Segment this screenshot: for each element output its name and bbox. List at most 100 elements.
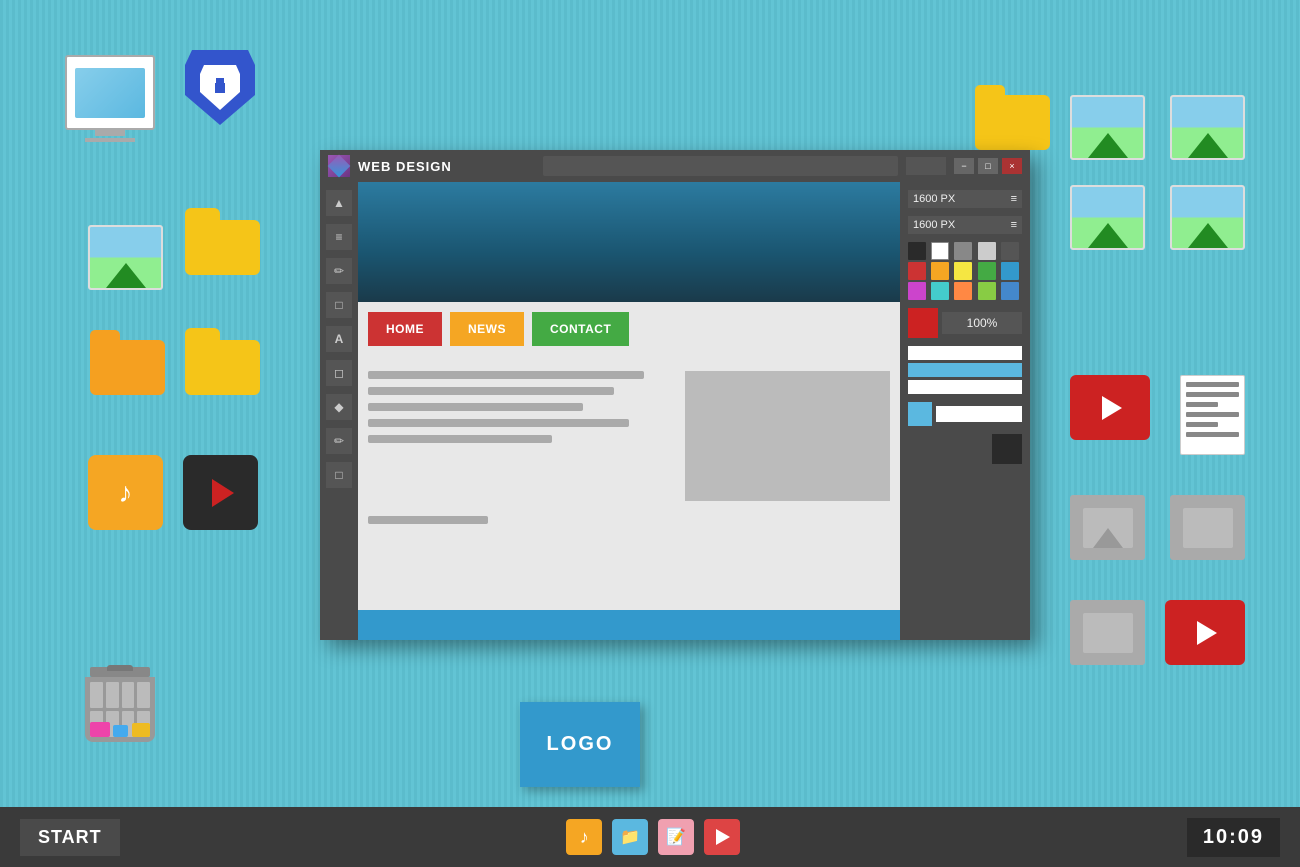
tool-erase[interactable]: ✏ (326, 428, 352, 454)
desktop-icon-music[interactable]: ♪ (88, 455, 163, 530)
desktop-icon-folder-3[interactable] (90, 340, 165, 395)
canvas-footer (358, 610, 900, 640)
desktop-icon-image-tr1[interactable] (1070, 95, 1145, 160)
app-toolbar: ▲ ≡ ✏ □ A ◻ ◆ ✏ □ (320, 182, 358, 640)
nav-btn-contact[interactable]: CONTACT (532, 312, 629, 346)
app-icon (328, 155, 350, 177)
swatch-white[interactable] (931, 242, 949, 260)
app-panel-right: 1600 PX ≡ 1600 PX ≡ 10 (900, 182, 1030, 640)
panel-width-label: 1600 PX (913, 193, 955, 205)
panel-bottom (908, 402, 1022, 426)
desktop-icon-image-gray-2[interactable] (1170, 495, 1245, 560)
desktop-icon-document[interactable] (1180, 375, 1245, 455)
tool-frame[interactable]: ◻ (326, 360, 352, 386)
taskbar: START ♪ 📁 📝 10:09 (0, 807, 1300, 867)
panel-width-icon: ≡ (1011, 193, 1017, 205)
panel-accent-sq[interactable] (908, 402, 932, 426)
canvas-image-placeholder (685, 371, 890, 501)
text-line-4 (368, 419, 629, 427)
app-window-controls: − □ × (954, 158, 1022, 174)
taskbar-icons: ♪ 📁 📝 (566, 819, 740, 855)
swatch-lightgreen[interactable] (978, 282, 996, 300)
start-button[interactable]: START (20, 819, 120, 856)
tool-text[interactable]: A (326, 326, 352, 352)
logo-card[interactable]: LOGO (520, 702, 640, 787)
app-addressbar[interactable] (543, 156, 898, 176)
app-canvas: HOME NEWS CONTACT (358, 182, 900, 640)
panel-height-input[interactable]: 1600 PX ≡ (908, 216, 1022, 234)
logo-text: LOGO (547, 733, 614, 756)
desktop-icon-image-mr1[interactable] (1070, 185, 1145, 250)
swatch-green[interactable] (978, 262, 996, 280)
canvas-content (358, 356, 900, 516)
panel-width-input[interactable]: 1600 PX ≡ (908, 190, 1022, 208)
desktop-icon-shield[interactable] (185, 50, 255, 125)
app-title: WEB DESIGN (358, 159, 535, 174)
taskbar-folder-icon[interactable]: 📁 (612, 819, 648, 855)
panel-height-icon: ≡ (1011, 219, 1017, 231)
desktop-icon-trash[interactable] (80, 667, 160, 767)
canvas-nav: HOME NEWS CONTACT (358, 302, 900, 356)
desktop-icon-image-tr2[interactable] (1170, 95, 1245, 160)
canvas-bottom-line (368, 516, 488, 524)
desktop-icon-play-red-2[interactable] (1165, 600, 1245, 665)
panel-white-bar[interactable] (936, 406, 1022, 422)
panel-dark-sq[interactable] (992, 434, 1022, 464)
swatch-orange[interactable] (931, 262, 949, 280)
swatch-purple[interactable] (908, 282, 926, 300)
swatch-cyan[interactable] (931, 282, 949, 300)
zoom-value[interactable]: 100% (942, 312, 1022, 334)
close-button[interactable]: × (1002, 158, 1022, 174)
panel-bar-3[interactable] (908, 380, 1022, 394)
swatch-lightblue[interactable] (1001, 282, 1019, 300)
desktop-icon-play-red-1[interactable] (1070, 375, 1150, 440)
nav-btn-news[interactable]: NEWS (450, 312, 524, 346)
maximize-button[interactable]: □ (978, 158, 998, 174)
tool-select[interactable]: ▲ (326, 190, 352, 216)
tool-pencil[interactable]: ✏ (326, 258, 352, 284)
swatch-lightorange[interactable] (954, 282, 972, 300)
canvas-text-block (368, 371, 675, 501)
swatch-black[interactable] (908, 242, 926, 260)
nav-btn-home[interactable]: HOME (368, 312, 442, 346)
app-window: WEB DESIGN − □ × ▲ ≡ ✏ □ A ◻ ◆ ✏ □ HOME … (320, 150, 1030, 640)
swatch-gray[interactable] (954, 242, 972, 260)
desktop-icon-image-1[interactable] (88, 225, 163, 290)
taskbar-play-icon[interactable] (704, 819, 740, 855)
panel-bar-1[interactable] (908, 346, 1022, 360)
app-titlebar: WEB DESIGN − □ × (320, 150, 1030, 182)
canvas-header (358, 182, 900, 302)
swatch-darkgray[interactable] (1001, 242, 1019, 260)
taskbar-music-icon[interactable]: ♪ (566, 819, 602, 855)
swatch-blue[interactable] (1001, 262, 1019, 280)
text-line-2 (368, 387, 614, 395)
text-line-1 (368, 371, 644, 379)
color-swatches (908, 242, 1022, 300)
zoom-control: 100% (908, 308, 1022, 338)
panel-height-label: 1600 PX (913, 219, 955, 231)
taskbar-clock: 10:09 (1187, 818, 1280, 857)
zoom-red-indicator[interactable] (908, 308, 938, 338)
desktop-icon-image-gray-1[interactable] (1070, 495, 1145, 560)
desktop-icon-folder-2[interactable] (185, 340, 260, 395)
swatch-lightgray[interactable] (978, 242, 996, 260)
minimize-button[interactable]: − (954, 158, 974, 174)
panel-bars (908, 346, 1022, 394)
desktop-icon-folder-1[interactable] (185, 220, 260, 275)
desktop-icon-image-gray-3[interactable] (1070, 600, 1145, 665)
swatch-yellow[interactable] (954, 262, 972, 280)
taskbar-note-icon[interactable]: 📝 (658, 819, 694, 855)
desktop-icon-computer[interactable] (65, 55, 155, 130)
tool-extra[interactable]: □ (326, 462, 352, 488)
text-line-5 (368, 435, 552, 443)
tool-rect[interactable]: □ (326, 292, 352, 318)
desktop-icon-folder-top-right[interactable] (975, 95, 1050, 150)
tool-shape[interactable]: ◆ (326, 394, 352, 420)
desktop-icon-play-dark[interactable] (183, 455, 258, 530)
text-line-3 (368, 403, 583, 411)
app-search-bar[interactable] (906, 157, 946, 175)
desktop-icon-image-mr2[interactable] (1170, 185, 1245, 250)
tool-align[interactable]: ≡ (326, 224, 352, 250)
swatch-red[interactable] (908, 262, 926, 280)
panel-bar-2[interactable] (908, 363, 1022, 377)
